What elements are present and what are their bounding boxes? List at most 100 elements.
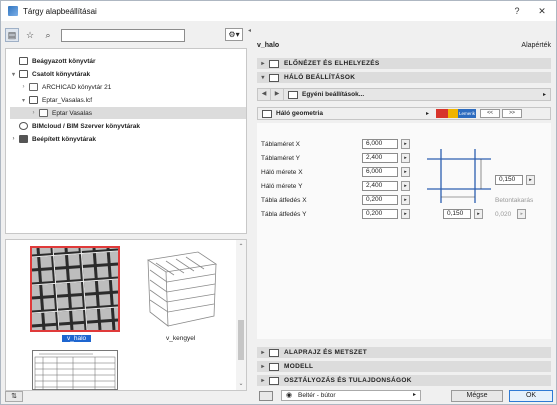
next-page-icon[interactable]: ▶ [271, 89, 284, 100]
geometry-parameters: Táblaméret X 6,000 ▸ Táblaméret Y 2,400 … [257, 123, 551, 339]
custom-settings-dropdown[interactable]: Egyéni beállítások... [302, 91, 364, 98]
param-input[interactable]: 6,000 [362, 167, 398, 177]
dropdown-arrow-icon[interactable]: ▸ [426, 110, 429, 117]
tree-item-eptar-vasalas[interactable]: › Eptar Vasalas [10, 107, 246, 119]
settings-panel: v_halo Alapérték ▸ ELŐNÉZET ÉS ELHELYEZÉ… [253, 25, 555, 403]
app-icon [8, 6, 18, 16]
thumb-v-kengyel[interactable] [136, 248, 226, 332]
param-row: Háló mérete X 6,000 ▸ [261, 167, 410, 177]
param-row: Táblaméret X 6,000 ▸ [261, 139, 410, 149]
chevron-right-icon[interactable]: › [10, 136, 17, 142]
help-button[interactable]: ? [511, 5, 523, 17]
library-tree: Beágyazott könyvtár ▾ Csatolt könyvtárak… [5, 48, 247, 234]
param-menu-button[interactable]: ▸ [474, 209, 483, 219]
tree-item-bimcloud[interactable]: BIMcloud / BIM Szerver könyvtárak [10, 120, 140, 132]
library-container-icon [29, 96, 38, 104]
param-menu-button[interactable]: ▸ [526, 175, 535, 185]
thumb-v-halo[interactable] [30, 246, 120, 332]
param-input[interactable]: 0,200 [362, 195, 398, 205]
document-icon [19, 57, 28, 65]
param-input[interactable]: 6,000 [362, 139, 398, 149]
library-tree-icon[interactable]: ▤ [5, 28, 19, 42]
diagram-bottom-value-row: 0,150 ▸ [443, 209, 483, 219]
param-label: Háló mérete X [261, 168, 303, 176]
chevron-right-icon: ▸ [261, 378, 265, 384]
chevron-right-icon[interactable]: › [20, 84, 27, 90]
section-mesh-settings[interactable]: ▾ HÁLÓ BEÁLLÍTÁSOK [257, 72, 551, 83]
param-label: Háló mérete Y [261, 182, 303, 190]
scroll-up-icon[interactable]: ⌃ [237, 243, 245, 250]
thumb-label-v-kengyel[interactable]: v_kengyel [166, 335, 195, 342]
geometry-icon [262, 109, 272, 118]
ok-button[interactable]: OK [509, 390, 553, 402]
library-panel: ▤ ☆ ⌕ ⚙▾ Beágyazott könyvtár ▾ Csatolt k… [5, 25, 247, 402]
folder-icon [19, 135, 28, 143]
preview-section-icon [269, 59, 279, 68]
tree-item-eptar-lcf[interactable]: ▾ Eptar_Vasalas.lcf [20, 94, 92, 106]
library-manager-button[interactable]: ⇅ [5, 391, 23, 402]
scroll-thumb[interactable] [238, 320, 244, 360]
window-title: Tárgy alapbeállításai [23, 6, 97, 16]
thumb-table[interactable] [32, 350, 118, 390]
param-row: Háló mérete Y 2,400 ▸ [261, 181, 410, 191]
chevron-right-icon[interactable]: › [30, 110, 37, 116]
param-row: Táblaméret Y 2,400 ▸ [261, 153, 410, 163]
scroll-down-icon[interactable]: ⌄ [237, 380, 245, 387]
next-button[interactable]: >> [502, 109, 522, 118]
chevron-down-icon: ▾ [261, 75, 265, 81]
geometry-bar: Háló geometria ▸ Lemerik << >> [257, 107, 551, 120]
diagram-bottom-input[interactable]: 0,150 [443, 209, 471, 219]
param-menu-button[interactable]: ▸ [401, 181, 410, 191]
param-menu-button[interactable]: ▸ [401, 167, 410, 177]
settings-gear-icon[interactable]: ⚙▾ [225, 28, 243, 41]
collapse-arrow-icon[interactable]: ◂ [248, 27, 251, 34]
vendor-logo: Lemerik [436, 109, 476, 118]
settings-list-icon [288, 90, 298, 99]
param-menu-button[interactable]: ▸ [401, 153, 410, 163]
folder-icon [29, 83, 38, 91]
section-classification[interactable]: ▸ OSZTÁLYOZÁS ÉS TULAJDONSÁGOK [257, 375, 551, 386]
linked-library-icon [19, 70, 28, 78]
param-menu-button[interactable]: ▸ [517, 209, 527, 219]
dropdown-arrow-icon: ▸ [412, 392, 416, 398]
folder-icon [39, 109, 48, 117]
chevron-down-icon[interactable]: ▾ [20, 97, 27, 104]
prev-page-icon[interactable]: ◀ [258, 89, 271, 100]
mesh-section-icon [269, 73, 279, 82]
param-menu-button[interactable]: ▸ [401, 139, 410, 149]
title-bar: Tárgy alapbeállításai ? ✕ [1, 1, 556, 21]
param-input[interactable]: 0,200 [362, 209, 398, 219]
chevron-down-icon[interactable]: ▾ [10, 71, 17, 78]
search-icon[interactable]: ⌕ [41, 28, 55, 42]
thumb-label-v-halo[interactable]: v_halo [62, 335, 92, 342]
close-button[interactable]: ✕ [536, 5, 548, 17]
section-model[interactable]: ▸ MODELL [257, 361, 551, 372]
custom-settings-bar: ◀ ▶ Egyéni beállítások... ▸ [257, 88, 551, 101]
library-toolbar: ▤ ☆ ⌕ ⚙▾ [5, 25, 247, 45]
dialog-window: Tárgy alapbeállításai ? ✕ ▤ ☆ ⌕ ⚙▾ Beágy… [0, 0, 557, 405]
param-label: Tábla átfedés Y [261, 210, 307, 218]
tree-item-linked[interactable]: ▾ Csatolt könyvtárak [10, 68, 90, 80]
stirrup-preview-image [146, 251, 218, 327]
param-menu-button[interactable]: ▸ [401, 195, 410, 205]
eye-icon: ◉ [286, 392, 293, 399]
dropdown-arrow-icon[interactable]: ▸ [543, 91, 546, 98]
param-input[interactable]: 2,400 [362, 153, 398, 163]
section-preview-placement[interactable]: ▸ ELŐNÉZET ÉS ELHELYEZÉS [257, 58, 551, 69]
layer-dropdown[interactable]: ◉ Beltér - bútor ▸ [281, 390, 421, 401]
cancel-button[interactable]: Mégse [451, 390, 503, 402]
tree-item-builtin[interactable]: › Beépített könyvtárak [10, 133, 96, 145]
preview-scrollbar[interactable]: ⌃ ⌄ [236, 240, 246, 390]
diagram-right-input[interactable]: 0,150 [495, 175, 523, 185]
param-label: Tábla átfedés X [261, 196, 307, 204]
param-label: Táblaméret Y [261, 154, 300, 162]
param-input[interactable]: 2,400 [362, 181, 398, 191]
geometry-dropdown[interactable]: Háló geometria [276, 110, 323, 117]
favorites-star-icon[interactable]: ☆ [23, 28, 37, 42]
tree-item-embedded[interactable]: Beágyazott könyvtár [10, 55, 96, 67]
param-menu-button[interactable]: ▸ [401, 209, 410, 219]
search-input[interactable] [61, 28, 185, 42]
tree-item-archicad[interactable]: › ARCHICAD könyvtár 21 [20, 81, 111, 93]
prev-button[interactable]: << [480, 109, 500, 118]
section-floorplan[interactable]: ▸ ALAPRAJZ ÉS METSZET [257, 347, 551, 358]
